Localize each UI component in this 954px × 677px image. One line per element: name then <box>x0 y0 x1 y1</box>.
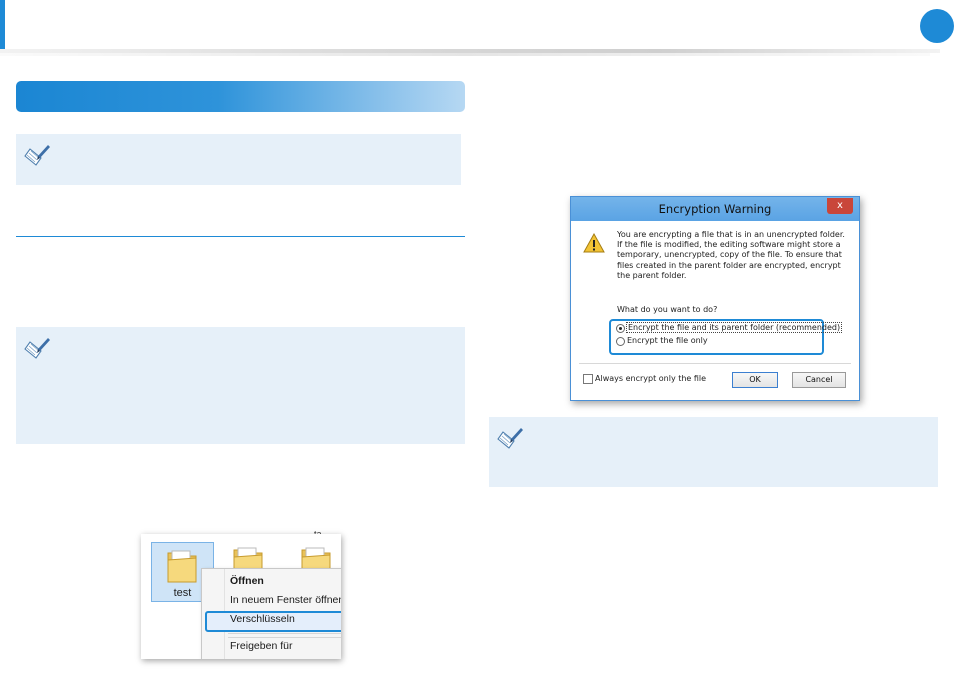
dialog-title: Encryption Warning <box>658 202 772 216</box>
always-encrypt-checkbox[interactable] <box>583 374 593 384</box>
encryption-warning-dialog: Encryption Warning x You are encrypting … <box>570 196 860 401</box>
folder-icon <box>167 550 197 583</box>
radio-encrypt-file-only[interactable] <box>616 337 625 346</box>
menu-separator <box>228 633 341 634</box>
note-pencil-icon <box>24 145 50 166</box>
note-pencil-icon <box>24 338 50 359</box>
cancel-button[interactable]: Cancel <box>792 372 846 388</box>
note-box <box>489 417 938 487</box>
menu-item-share-with[interactable]: Freigeben für <box>230 640 292 652</box>
menu-separator <box>228 637 341 638</box>
note-box <box>16 134 461 185</box>
dialog-message: You are encrypting a file that is in an … <box>617 230 845 280</box>
explorer-screenshot: test Öffnen In neuem Fenster öffnen Vers… <box>141 534 341 659</box>
header-accent-bar <box>0 0 5 50</box>
menu-item-encrypt[interactable]: Verschlüsseln <box>230 613 295 625</box>
dialog-divider <box>579 363 851 364</box>
page-number-badge <box>920 9 954 43</box>
section-divider <box>16 236 465 237</box>
radio-encrypt-file-and-folder[interactable] <box>616 324 625 333</box>
note-box <box>16 327 465 444</box>
menu-item-open-new-window[interactable]: In neuem Fenster öffnen <box>230 594 341 606</box>
radio-selected-dot <box>619 327 622 330</box>
warning-icon <box>583 233 605 253</box>
menu-item-open[interactable]: Öffnen <box>230 575 264 587</box>
close-button[interactable]: x <box>827 198 853 214</box>
ok-button[interactable]: OK <box>732 372 778 388</box>
option-encrypt-file-only-label[interactable]: Encrypt the file only <box>627 336 708 345</box>
section-title-bar <box>16 81 465 112</box>
always-encrypt-label[interactable]: Always encrypt only the file <box>595 374 706 383</box>
context-menu: Öffnen In neuem Fenster öffnen Verschlüs… <box>201 568 341 659</box>
header-shadow <box>0 53 930 56</box>
note-pencil-icon <box>497 428 523 449</box>
option-encrypt-file-and-folder-label[interactable]: Encrypt the file and its parent folder (… <box>626 322 843 333</box>
dialog-question: What do you want to do? <box>617 305 718 314</box>
